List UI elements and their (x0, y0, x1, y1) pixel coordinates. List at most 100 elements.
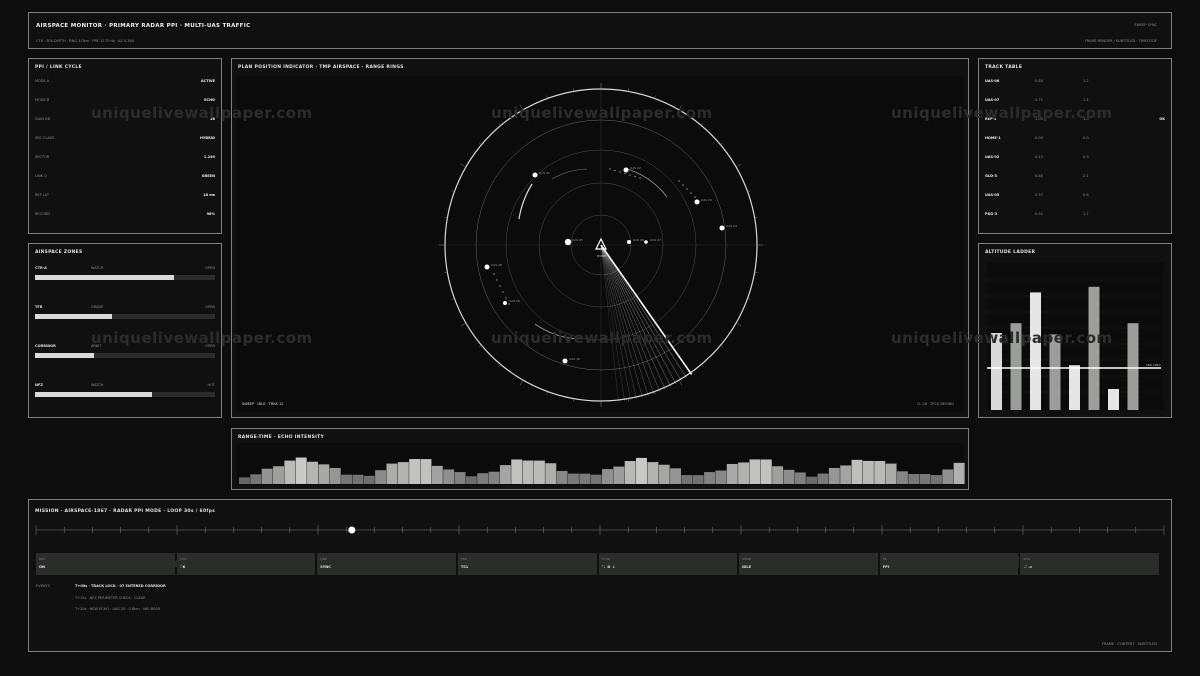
track-id: UAS-02 (985, 155, 1000, 159)
mission-cell: SYNC OK (176, 553, 316, 575)
zone-item[interactable]: NFZ WATCH HOT (35, 383, 215, 405)
ppi-row: LINK Q GREEN (35, 172, 215, 182)
track-row[interactable]: GLD-3 0.88 2.1 (985, 172, 1165, 182)
track-dot (686, 188, 688, 190)
echo-bin (908, 473, 920, 484)
timeline-playhead-handle[interactable] (348, 526, 356, 534)
echo-bin (341, 474, 353, 484)
echo-bin (942, 469, 954, 484)
sweep-line (600, 244, 637, 399)
mission-timeline[interactable] (29, 516, 1171, 546)
uas-contact-icon[interactable] (562, 358, 568, 364)
ppi-row-key: MODE A (35, 79, 50, 83)
bearing-tick (498, 364, 501, 367)
uas-contact-label: UAS 08 (491, 263, 502, 267)
track-arc (626, 168, 668, 198)
ppi-row: MODE A ACTIVE (35, 77, 215, 87)
track-dot (694, 196, 696, 198)
mission-cell: STATE IDLE (739, 553, 878, 575)
bearing-tick (678, 104, 683, 111)
echo-bin (295, 457, 307, 484)
altitude-ceiling-label: CEIL 120m (1146, 363, 1161, 367)
track-b: 1.2 (1083, 79, 1089, 83)
echo-bin (545, 463, 557, 484)
sweep-line (600, 244, 643, 398)
echo-bin (443, 469, 455, 484)
track-row[interactable]: UAS-06 0.64 1.2 (985, 77, 1165, 87)
uas-contact-icon[interactable] (719, 225, 725, 231)
bearing-tick (720, 345, 723, 348)
zone-mode: GRADE (91, 305, 104, 309)
mission-cell-value: SYNC (320, 565, 331, 569)
mission-log-line-3: T+20s · NEW ECHO · UAS 10 · 0.8km · 080 … (75, 607, 161, 611)
ppi-row: SRC CLASS HYBRID (35, 134, 215, 144)
uas-contact-icon[interactable] (503, 301, 507, 305)
track-row[interactable]: UAS-07 0.71 1.4 (985, 96, 1165, 106)
echo-bin (556, 470, 568, 484)
ppi-row-key: SRC CLASS (35, 136, 55, 140)
track-row[interactable]: UAS-02 0.43 0.9 (985, 153, 1165, 163)
echo-bin (579, 473, 591, 484)
echo-bin (896, 471, 908, 484)
bearing-tick (479, 142, 482, 145)
uas-contact-icon[interactable] (532, 172, 538, 178)
sweep-line (600, 244, 625, 402)
echo-bin (647, 462, 659, 484)
bearing-tick (498, 123, 501, 126)
zone-item[interactable]: CORRIDOR ARBIT OPEN (35, 344, 215, 366)
track-row[interactable]: PKG-3 0.92 1.7 (985, 210, 1165, 220)
track-b: 1.0 (1083, 117, 1089, 121)
uas-contact-icon[interactable] (564, 238, 572, 246)
echo-bin (511, 459, 523, 484)
track-a: 1.00 (1035, 117, 1043, 121)
bearing-tick (701, 123, 704, 126)
radar-scope[interactable]: UAS 01 UAS 02 UAS 03 UAS 04 UAS 05 UAS 06 UAS … (232, 59, 968, 417)
mission-cell-label: ECHO (601, 557, 611, 561)
ppi-row-key: REF LAT (35, 193, 50, 197)
uas-contact-icon[interactable] (627, 240, 631, 244)
zone-item[interactable]: TFR GRADE OPEN (35, 305, 215, 327)
mission-status-cells: REC ON SYNC OK LINK SYNC TRK TS1 ECHO MEDIA STATE I… (36, 553, 1161, 575)
echo-bin (431, 465, 443, 484)
mission-log-line-2: T+12s · NFZ PERIMETER CHECK · CLEAR (75, 596, 146, 600)
echo-bin (828, 467, 840, 484)
echo-bin (772, 466, 784, 484)
ppi-cycle-panel: PPI / LINK CYCLE MODE A ACTIVE MODE B ECHO G… (28, 58, 222, 234)
echo-bin (636, 457, 647, 484)
sweep-line (600, 244, 666, 390)
uas-contact-label: UAS 01 (539, 171, 550, 175)
track-arc (551, 168, 588, 180)
track-a: 0.71 (1035, 98, 1043, 102)
uas-contact-icon[interactable] (694, 199, 700, 205)
mission-cell-label: RNG (1023, 557, 1031, 561)
echo-bin (817, 473, 829, 484)
zone-mode: WATCH (91, 383, 104, 387)
ppi-row: REF LAT 18 ms (35, 191, 215, 201)
uas-contact-label: UAS 06 (633, 238, 644, 242)
echo-bin (533, 460, 545, 484)
uas-contact-icon[interactable] (623, 167, 629, 173)
echo-bin (318, 464, 330, 484)
echo-bin (885, 463, 897, 484)
track-row[interactable]: UAS-05 0.37 0.8 (985, 191, 1165, 201)
track-b: 0.9 (1083, 155, 1089, 159)
track-dot (690, 192, 692, 194)
zone-level-bar (35, 314, 215, 319)
echo-bin (488, 471, 500, 484)
ppi-row-value: 28 (210, 117, 215, 121)
ppi-row: RECORD 98% (35, 210, 215, 220)
mission-cell-label: FR (882, 557, 887, 561)
echo-bin (624, 460, 636, 484)
uas-contact-label: UAS 03 (701, 198, 712, 202)
track-arc (534, 323, 578, 340)
uas-contact-icon[interactable] (484, 264, 490, 270)
track-row[interactable]: HOME-1 0.00 0.0 (985, 134, 1165, 144)
airspace-zones-panel: AIRSPACE ZONES CTR-A WATCH OPEN TFR GRADE OPE… (28, 243, 222, 418)
zone-level-fill (35, 314, 113, 319)
echo-bin (307, 461, 319, 484)
echo-bin (704, 472, 716, 484)
zone-item[interactable]: CTR-A WATCH OPEN (35, 266, 215, 288)
track-row[interactable]: REF-1 1.00 1.0 OK (985, 115, 1165, 125)
track-dot (629, 174, 631, 176)
uas-contact-icon[interactable] (644, 240, 648, 244)
